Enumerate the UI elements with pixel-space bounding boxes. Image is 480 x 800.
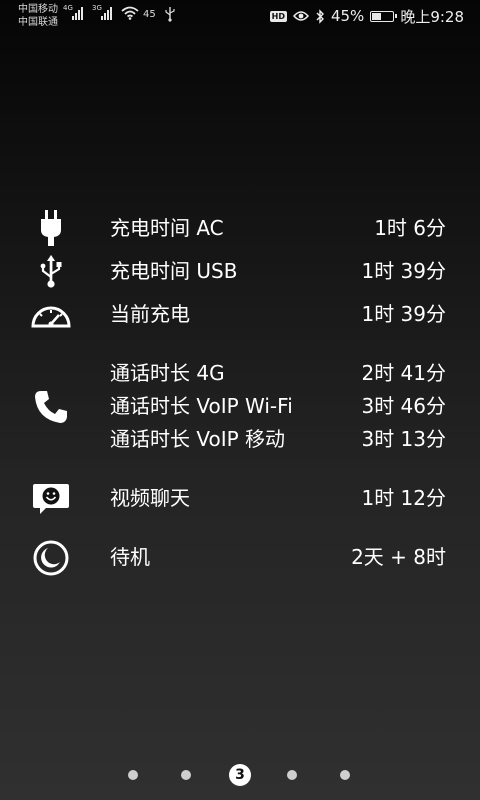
stat-label: 通话时长 VoIP Wi-Fi <box>110 394 293 418</box>
signal-2: 3G <box>92 4 112 20</box>
stat-label: 视频聊天 <box>110 486 190 510</box>
stat-value: 1时 39分 <box>361 302 446 326</box>
status-bar: 中国移动 中国联通 4G 3G 45 HD 45% 晚上9:28 <box>0 0 480 32</box>
carrier-2: 中国联通 <box>18 17 58 28</box>
stat-value: 1时 12分 <box>361 486 446 510</box>
usb-status-icon <box>165 7 175 22</box>
stat-charge-usb: 充电时间 USB 1时 39分 <box>0 254 480 288</box>
stat-call-4g: 通话时长 4G 2时 41分 <box>0 357 480 390</box>
stat-charge-ac: 充电时间 AC 1时 6分 <box>0 209 480 246</box>
bluetooth-icon <box>316 8 324 24</box>
page-dot-active[interactable]: 3 <box>229 764 251 786</box>
page-dot-5[interactable] <box>340 770 350 780</box>
status-right: HD 45% 晚上9:28 <box>269 6 464 26</box>
page-dot-1[interactable] <box>128 770 138 780</box>
eye-icon <box>292 11 309 21</box>
carrier-names: 中国移动 中国联通 <box>18 3 58 29</box>
usb-icon <box>40 254 62 288</box>
stat-label: 通话时长 VoIP 移动 <box>110 427 286 451</box>
stat-call-voip-mobile: 通话时长 VoIP 移动 3时 13分 <box>0 423 480 456</box>
network-type-2: 3G <box>92 4 102 12</box>
wifi-icon <box>121 6 139 20</box>
video-chat-icon <box>33 483 69 514</box>
stat-label: 通话时长 4G <box>110 361 225 385</box>
stat-label: 待机 <box>110 545 150 569</box>
signal-bars-2-icon <box>101 6 112 20</box>
stat-value: 1时 6分 <box>374 216 446 240</box>
page-indicator: 3 <box>0 762 480 788</box>
stat-label: 当前充电 <box>110 302 190 326</box>
stat-value: 2时 41分 <box>361 361 446 385</box>
network-type-1: 4G <box>63 4 73 12</box>
signal-1: 4G <box>63 4 83 20</box>
page-dot-2[interactable] <box>181 770 191 780</box>
stat-value: 3时 46分 <box>361 394 446 418</box>
stat-value: 2天 + 8时 <box>351 545 446 569</box>
stat-value: 3时 13分 <box>361 427 446 451</box>
plug-icon <box>41 209 61 246</box>
stat-standby: 待机 2天 + 8时 <box>0 540 480 575</box>
stat-current-charge: 当前充电 1时 39分 <box>0 298 480 331</box>
battery-percent: 45% <box>330 7 365 25</box>
stat-video-chat: 视频聊天 1时 12分 <box>0 482 480 515</box>
signal-bars-1-icon <box>72 6 83 20</box>
stat-label: 充电时间 AC <box>110 216 224 240</box>
stat-call-duration: 通话时长 4G 2时 41分 通话时长 VoIP Wi-Fi 3时 46分 通话… <box>0 357 480 456</box>
stat-call-voip-wifi: 通话时长 VoIP Wi-Fi 3时 46分 <box>0 390 480 423</box>
page-dot-4[interactable] <box>287 770 297 780</box>
stat-value: 1时 39分 <box>361 259 446 283</box>
clock: 晚上9:28 <box>400 7 464 26</box>
carrier-1: 中国移动 <box>18 4 58 15</box>
speedometer-icon <box>31 306 71 327</box>
battery-fill <box>372 12 382 20</box>
battery-icon <box>370 10 398 22</box>
stat-label: 充电时间 USB <box>110 259 238 283</box>
battery-small-text: 45 <box>143 9 156 20</box>
hd-badge: HD <box>269 10 287 22</box>
moon-icon <box>33 540 69 575</box>
